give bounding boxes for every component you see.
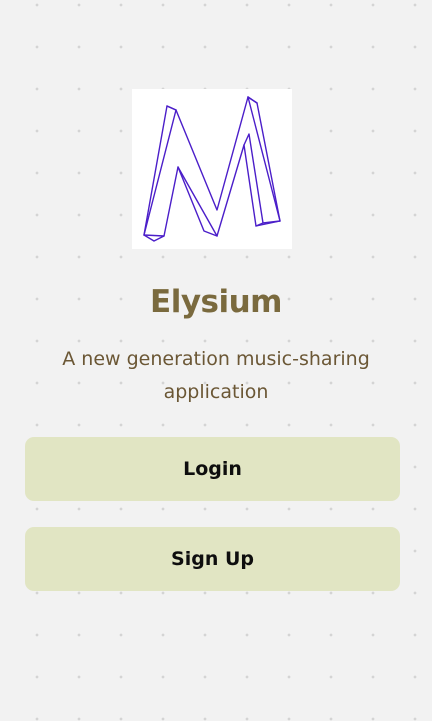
- m-letter-logo-icon: [143, 96, 281, 242]
- app-title: Elysium: [150, 284, 282, 320]
- login-button[interactable]: Login: [25, 437, 400, 501]
- app-subtitle: A new generation music-sharing applicati…: [62, 348, 370, 403]
- signup-button[interactable]: Sign Up: [25, 527, 400, 591]
- app-logo: [132, 89, 292, 249]
